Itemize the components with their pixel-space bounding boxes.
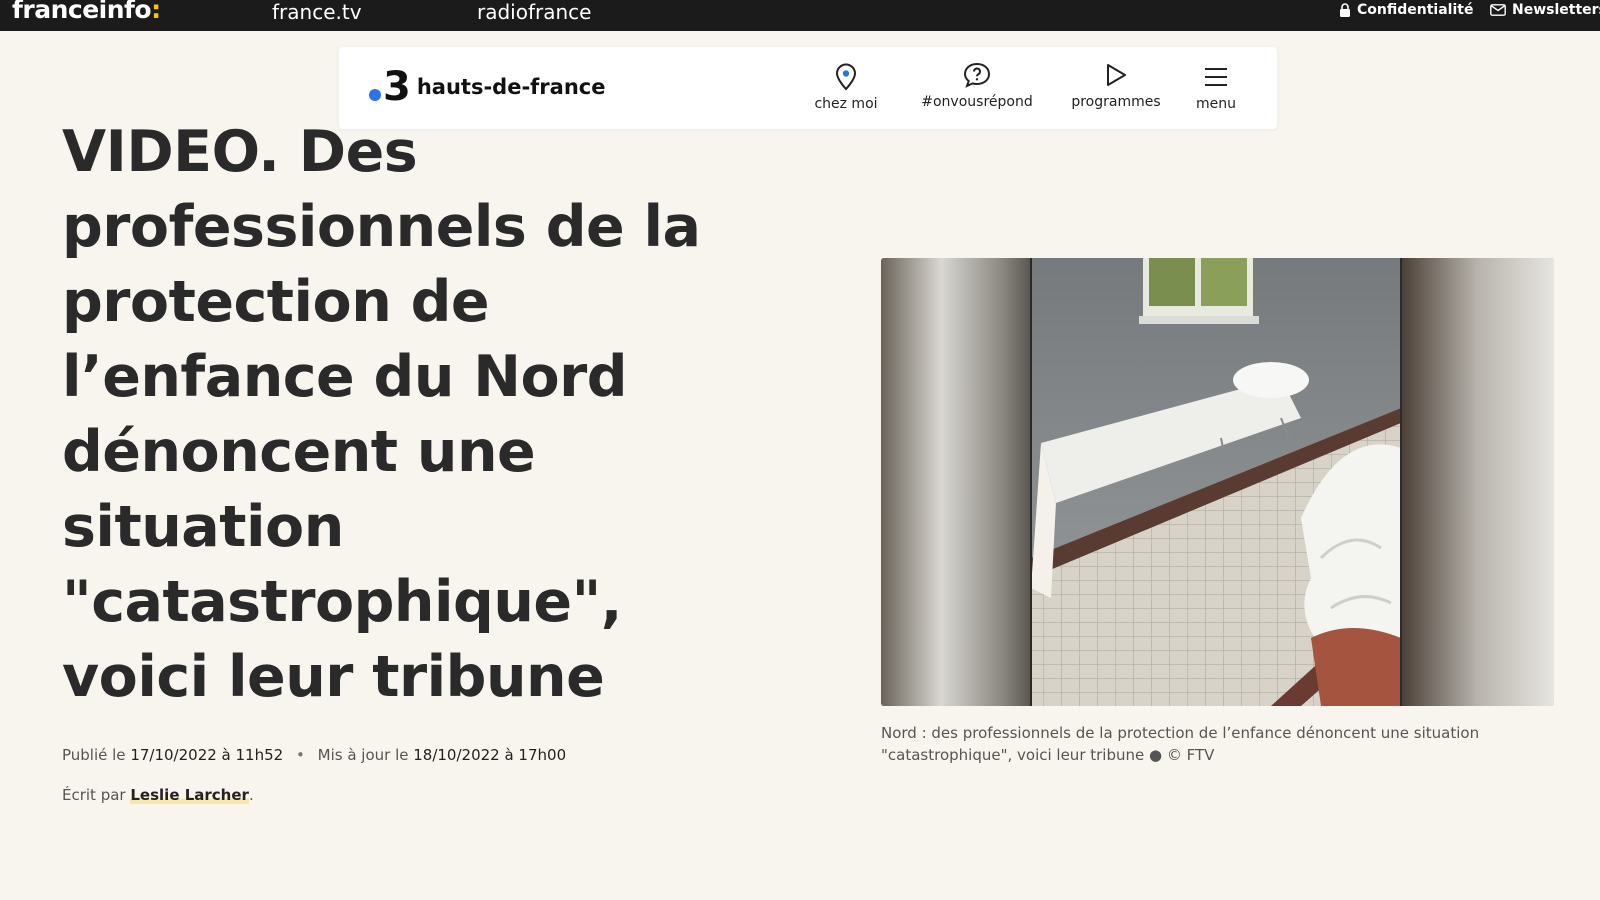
question-bubble-icon	[963, 62, 991, 88]
lock-icon	[1340, 3, 1350, 17]
photo-caption: Nord : des professionnels de la protecti…	[881, 724, 1480, 764]
nav-onvousrepond[interactable]: #onvousrépond	[912, 60, 1042, 110]
nav-menu[interactable]: menu	[1181, 62, 1251, 112]
brand-text: franceinfo	[12, 0, 152, 24]
privacy-link[interactable]: Confidentialité	[1339, 2, 1473, 18]
nav-label: chez moi	[814, 96, 878, 112]
article-photo[interactable]	[881, 258, 1554, 706]
play-icon	[1107, 64, 1126, 86]
hamburger-menu-icon	[1205, 68, 1227, 86]
mail-icon	[1490, 4, 1506, 16]
published-date: 17/10/2022 à 11h52	[130, 746, 284, 764]
nav-chez-moi[interactable]: chez moi	[801, 62, 891, 112]
author-link[interactable]: Leslie Larcher	[130, 786, 249, 804]
region-name: hauts-de-france	[416, 75, 606, 99]
nav-label: programmes	[1071, 94, 1161, 110]
photo-room-with-cot	[881, 258, 1554, 706]
published-prefix: Publié le	[62, 746, 126, 764]
logo-dot	[369, 89, 381, 101]
top-bar: franceinfo: france.tv radiofrance Confid…	[0, 0, 1600, 31]
france3-region-logo[interactable]: 3 hauts-de-france	[369, 67, 605, 107]
channel-number: 3	[383, 64, 411, 110]
byline-prefix: Écrit par	[62, 786, 126, 804]
nav-label: #onvousrépond	[921, 94, 1033, 110]
byline: Écrit par Leslie Larcher.	[62, 786, 254, 804]
brand-colon: :	[151, 0, 161, 24]
meta-separator: •	[295, 746, 305, 764]
newsletters-label: Newsletters	[1512, 2, 1600, 18]
updated-date: 18/10/2022 à 17h00	[413, 746, 567, 764]
article-title: VIDEO. Des professionnels de la protecti…	[62, 119, 701, 710]
updated-prefix: Mis à jour le	[317, 746, 409, 764]
byline-suffix: .	[248, 786, 254, 804]
article-dates: Publié le 17/10/2022 à 11h52 • Mis à jou…	[62, 746, 566, 764]
franceinfo-logo[interactable]: franceinfo:	[12, 0, 161, 24]
location-pin-icon	[835, 63, 857, 91]
france-tv-link[interactable]: france.tv	[272, 0, 362, 24]
nav-programmes[interactable]: programmes	[1061, 60, 1171, 110]
newsletters-link[interactable]: Newsletters	[1490, 2, 1600, 18]
radiofrance-link[interactable]: radiofrance	[477, 0, 591, 24]
privacy-label: Confidentialité	[1357, 2, 1474, 18]
nav-label: menu	[1196, 96, 1236, 112]
